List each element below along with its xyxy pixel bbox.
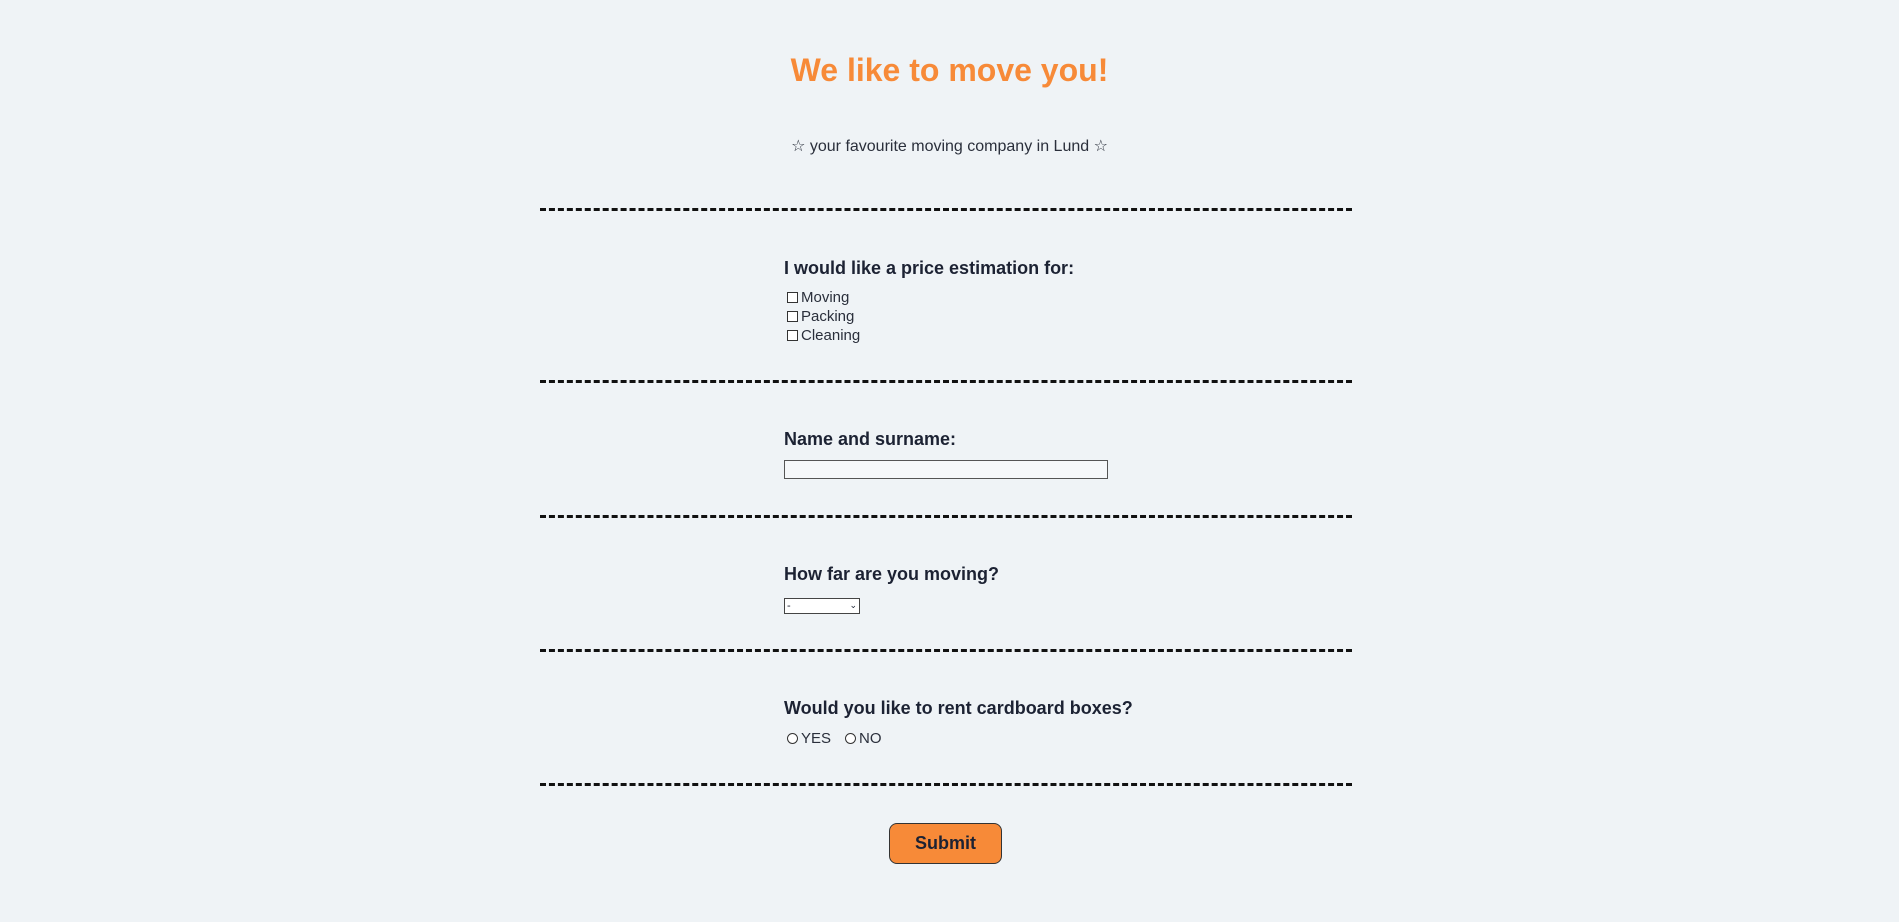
submit-button[interactable]: Submit — [889, 823, 1002, 864]
divider — [540, 783, 1352, 786]
checkbox-cleaning[interactable]: Cleaning — [787, 326, 860, 345]
radio-label: NO — [859, 730, 882, 747]
boxes-radio-group: YES NO — [787, 729, 882, 748]
chevron-down-icon: ⌄ — [849, 601, 857, 611]
page-title: We like to move you! — [790, 52, 1109, 88]
divider — [540, 380, 1352, 383]
name-label: Name and surname: — [784, 429, 957, 449]
checkbox-label: Moving — [801, 289, 850, 306]
checkbox-icon[interactable] — [787, 292, 798, 303]
radio-icon[interactable] — [845, 733, 857, 744]
divider — [540, 208, 1352, 211]
radio-label: YES — [801, 730, 832, 747]
radio-icon[interactable] — [787, 733, 798, 744]
checkbox-icon[interactable] — [787, 311, 798, 322]
divider — [540, 515, 1352, 518]
checkbox-moving[interactable]: Moving — [787, 288, 849, 307]
distance-select[interactable]: - ⌄ — [784, 598, 860, 614]
checkbox-label: Packing — [801, 308, 855, 325]
checkbox-icon[interactable] — [787, 330, 798, 341]
distance-select-value: - — [787, 600, 791, 612]
radio-yes[interactable]: YES — [787, 729, 831, 748]
tagline: ☆ your favourite moving company in Lund … — [791, 138, 1108, 155]
boxes-label: Would you like to rent cardboard boxes? — [784, 698, 1133, 718]
divider — [540, 649, 1352, 652]
distance-label: How far are you moving? — [784, 564, 1000, 584]
radio-no[interactable]: NO — [845, 729, 882, 748]
checkbox-packing[interactable]: Packing — [787, 307, 854, 326]
name-input[interactable] — [784, 460, 1108, 479]
services-label: I would like a price estimation for: — [784, 258, 1075, 278]
checkbox-label: Cleaning — [801, 327, 861, 344]
